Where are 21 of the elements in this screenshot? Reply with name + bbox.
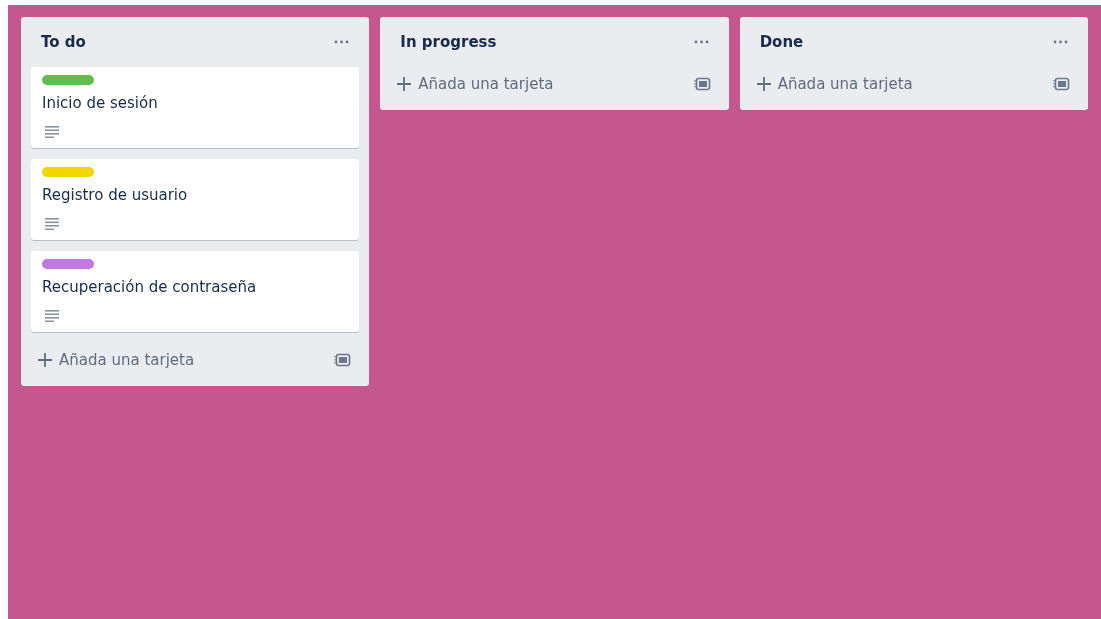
card-title: Recuperación de contraseña xyxy=(42,278,258,296)
task-card[interactable]: Recuperación de contraseña xyxy=(31,251,360,332)
add-card-button[interactable]: Añada una tarjeta xyxy=(755,73,913,96)
task-card[interactable]: Registro de usuario xyxy=(31,159,360,240)
task-card[interactable]: Inicio de sesión xyxy=(31,67,360,148)
add-card-button[interactable]: Añada una tarjeta xyxy=(396,73,554,96)
more-icon[interactable] xyxy=(334,40,350,44)
template-icon[interactable] xyxy=(334,352,352,369)
list-title[interactable]: Done xyxy=(759,30,804,54)
template-icon[interactable] xyxy=(693,76,711,93)
plus-icon xyxy=(755,76,772,93)
more-icon[interactable] xyxy=(693,40,709,44)
template-icon[interactable] xyxy=(1053,76,1070,93)
card-title: Registro de usuario xyxy=(42,186,189,204)
plus-icon xyxy=(37,352,53,369)
list-title[interactable]: In progress xyxy=(400,30,497,54)
more-icon[interactable] xyxy=(1053,40,1068,44)
card-title: Inicio de sesión xyxy=(42,94,159,112)
add-card-button[interactable]: Añada una tarjeta xyxy=(37,349,195,372)
plus-icon xyxy=(396,76,413,93)
list-title[interactable]: To do xyxy=(41,30,86,54)
